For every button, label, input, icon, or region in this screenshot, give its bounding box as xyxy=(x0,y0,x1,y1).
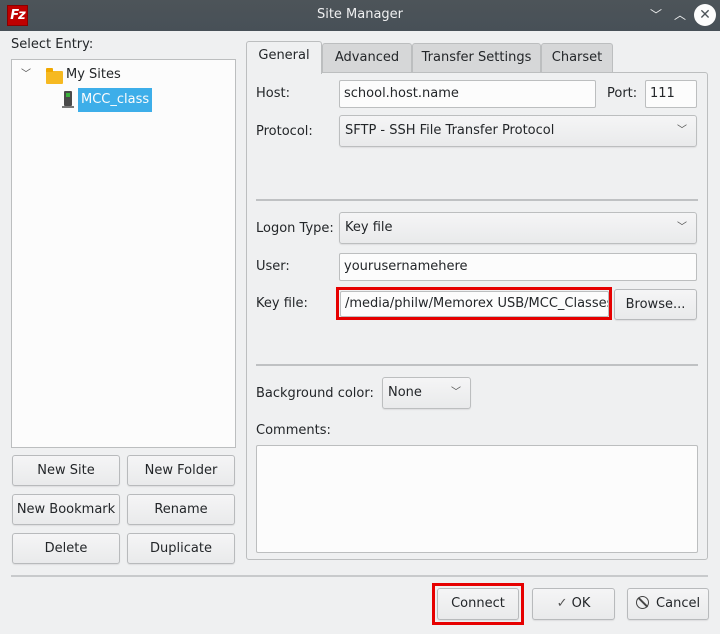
comments-textarea[interactable] xyxy=(256,445,698,553)
title-bar[interactable]: Fz Site Manager ﹀ ︿ ✕ xyxy=(0,0,720,31)
chevron-down-icon: ﹀ xyxy=(677,222,687,233)
duplicate-button[interactable]: Duplicate xyxy=(127,533,235,564)
host-label: Host: xyxy=(256,86,290,101)
new-site-button[interactable]: New Site xyxy=(12,455,120,486)
folder-icon xyxy=(46,68,63,84)
server-icon xyxy=(62,91,74,108)
rename-button[interactable]: Rename xyxy=(127,494,235,525)
tab-general[interactable]: General xyxy=(246,41,322,74)
select-entry-label: Select Entry: xyxy=(11,37,94,52)
comments-label: Comments: xyxy=(256,423,331,438)
delete-button[interactable]: Delete xyxy=(12,533,120,564)
protocol-dropdown[interactable]: SFTP - SSH File Transfer Protocol ﹀ xyxy=(339,115,697,147)
ok-label: OK xyxy=(571,596,591,611)
separator xyxy=(256,199,698,201)
tab-advanced[interactable]: Advanced xyxy=(322,43,412,73)
cancel-button[interactable]: Cancel xyxy=(627,588,709,620)
background-color-value: None xyxy=(388,385,422,400)
user-label: User: xyxy=(256,259,290,274)
port-input[interactable]: 111 xyxy=(645,80,697,108)
cancel-label: Cancel xyxy=(656,596,701,611)
user-input[interactable]: yourusernamehere xyxy=(339,253,697,281)
protocol-value: SFTP - SSH File Transfer Protocol xyxy=(345,123,555,138)
tree-site-item[interactable]: MCC_class xyxy=(78,88,153,112)
maximize-icon[interactable]: ︿ xyxy=(670,5,690,25)
window-title: Site Manager xyxy=(316,7,404,22)
tree-folder-my-sites[interactable]: ﹀ My Sites xyxy=(12,64,232,86)
logon-type-label: Logon Type: xyxy=(256,221,334,236)
key-file-highlight-box xyxy=(336,287,612,320)
logon-type-value: Key file xyxy=(345,220,393,235)
tab-transfer-settings[interactable]: Transfer Settings xyxy=(412,43,541,73)
minimize-icon[interactable]: ﹀ xyxy=(646,5,666,25)
chevron-down-icon[interactable]: ﹀ xyxy=(21,70,31,80)
host-input[interactable]: school.host.name xyxy=(339,80,596,108)
chevron-down-icon: ﹀ xyxy=(451,387,461,398)
logon-type-dropdown[interactable]: Key file ﹀ xyxy=(339,212,697,244)
cancel-icon xyxy=(635,596,649,609)
footer-separator xyxy=(11,575,708,577)
key-file-label: Key file: xyxy=(256,296,308,311)
site-manager-window: Fz Site Manager ﹀ ︿ ✕ Select Entry: ﹀ My… xyxy=(0,0,720,634)
port-label: Port: xyxy=(607,86,638,101)
chevron-down-icon: ﹀ xyxy=(677,125,687,136)
background-color-dropdown[interactable]: None ﹀ xyxy=(382,377,471,409)
browse-button[interactable]: Browse... xyxy=(614,289,697,320)
protocol-label: Protocol: xyxy=(256,124,313,139)
new-folder-button[interactable]: New Folder xyxy=(127,455,235,486)
tab-charset[interactable]: Charset xyxy=(541,43,613,73)
connect-highlight-box xyxy=(432,583,524,625)
background-color-label: Background color: xyxy=(256,386,374,401)
new-bookmark-button[interactable]: New Bookmark xyxy=(12,494,120,525)
site-tree[interactable]: ﹀ My Sites MCC_class xyxy=(11,59,236,448)
checkmark-icon: ✓ xyxy=(556,596,568,611)
ok-button[interactable]: ✓ OK xyxy=(532,588,615,620)
close-icon[interactable]: ✕ xyxy=(694,4,716,26)
separator xyxy=(256,364,698,366)
folder-label: My Sites xyxy=(66,67,121,82)
